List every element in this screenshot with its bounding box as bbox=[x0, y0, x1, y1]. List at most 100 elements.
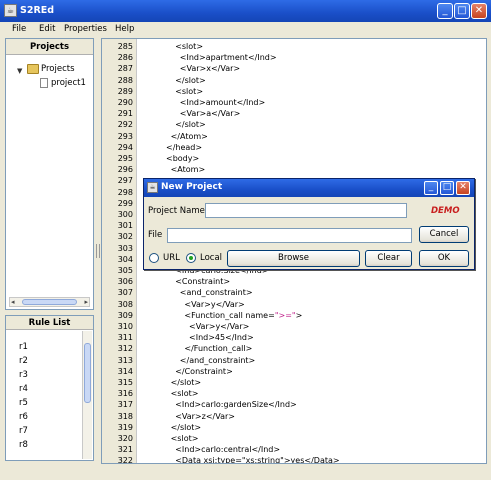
line-number: 316 bbox=[117, 389, 133, 399]
cancel-button[interactable]: Cancel bbox=[419, 226, 469, 243]
menu-properties[interactable]: Properties bbox=[64, 24, 107, 34]
rule-item[interactable]: r5 bbox=[19, 398, 28, 408]
code-line: </slot> bbox=[175, 120, 206, 130]
code-line: <Var>y</Var> bbox=[189, 322, 250, 331]
line-number: 303 bbox=[117, 243, 133, 253]
line-number: 307 bbox=[117, 288, 133, 298]
line-number: 322 bbox=[117, 456, 133, 464]
line-number: 301 bbox=[117, 221, 133, 231]
line-number: 299 bbox=[117, 198, 133, 208]
maximize-button[interactable]: □ bbox=[454, 3, 470, 19]
line-number: 293 bbox=[117, 131, 133, 141]
ok-button[interactable]: OK bbox=[419, 250, 469, 267]
rule-item[interactable]: r1 bbox=[19, 342, 28, 352]
line-number: 314 bbox=[117, 366, 133, 376]
menu-bar: File Edit Properties Help bbox=[0, 22, 491, 37]
dialog-minimize-button[interactable]: _ bbox=[424, 181, 438, 195]
dialog-maximize-button[interactable]: □ bbox=[440, 181, 454, 195]
status-bar bbox=[0, 464, 491, 480]
rule-item[interactable]: r8 bbox=[19, 440, 28, 450]
menu-edit[interactable]: Edit bbox=[39, 24, 55, 34]
line-number: 318 bbox=[117, 411, 133, 421]
code-line: <Ind>45</Ind> bbox=[189, 333, 254, 343]
project-name-label: Project Name bbox=[148, 206, 205, 216]
code-line: <Var>z</Var> bbox=[175, 411, 235, 421]
document-icon bbox=[40, 78, 48, 88]
file-input[interactable] bbox=[167, 228, 412, 243]
url-radio[interactable] bbox=[149, 253, 159, 263]
rule-item[interactable]: r2 bbox=[19, 356, 28, 366]
projects-horizontal-scrollbar[interactable]: ◂ ▸ bbox=[9, 297, 90, 307]
code-line: <Var>x</Var> bbox=[179, 64, 241, 74]
line-number: 317 bbox=[117, 400, 133, 410]
tree-collapse-icon[interactable]: ▼ bbox=[17, 67, 25, 75]
rule-item[interactable]: r3 bbox=[19, 370, 28, 380]
line-number: 321 bbox=[117, 445, 133, 455]
code-line: </slot> bbox=[170, 422, 202, 432]
menu-help[interactable]: Help bbox=[115, 24, 134, 34]
scroll-left-icon[interactable]: ◂ bbox=[11, 298, 15, 306]
code-line: <slot> bbox=[175, 86, 204, 96]
tree-item-project1[interactable]: project1 bbox=[51, 78, 86, 88]
code-line: </Constraint> bbox=[175, 366, 233, 376]
scroll-thumb[interactable] bbox=[22, 299, 77, 305]
close-button[interactable]: ✕ bbox=[471, 3, 487, 19]
local-radio[interactable] bbox=[186, 253, 196, 263]
code-line: <body> bbox=[166, 154, 200, 163]
code-line: </Function_call> bbox=[184, 344, 253, 354]
code-line: <Constraint> bbox=[175, 277, 231, 287]
window-title: S2REd bbox=[20, 5, 55, 16]
dialog-title-bar[interactable]: ☕ New Project _ □ ✕ bbox=[144, 179, 474, 197]
line-number: 298 bbox=[117, 187, 133, 197]
line-number: 320 bbox=[117, 434, 133, 443]
line-number: 308 bbox=[117, 299, 133, 309]
line-number: 312 bbox=[117, 344, 133, 354]
line-number: 290 bbox=[117, 98, 133, 107]
line-number: 302 bbox=[117, 232, 133, 242]
code-line: </Atom> bbox=[170, 131, 208, 141]
projects-panel: Projects ▼ Projects project1 ◂ ▸ bbox=[5, 38, 94, 310]
app-icon: ☕ bbox=[4, 4, 17, 17]
scroll-right-icon[interactable]: ▸ bbox=[84, 298, 88, 306]
clear-button[interactable]: Clear bbox=[365, 250, 412, 267]
line-number: 304 bbox=[117, 254, 133, 264]
attribute-value: ">=" bbox=[274, 310, 296, 320]
splitter-grip-icon[interactable] bbox=[96, 244, 100, 258]
rule-list-scrollbar[interactable] bbox=[82, 331, 92, 459]
new-project-dialog: ☕ New Project _ □ ✕ Project Name DEMO Fi… bbox=[143, 178, 475, 270]
scroll-thumb[interactable] bbox=[84, 343, 91, 403]
folder-icon bbox=[27, 64, 39, 74]
dialog-close-button[interactable]: ✕ bbox=[456, 181, 470, 195]
rule-item[interactable]: r7 bbox=[19, 426, 28, 436]
line-number: 289 bbox=[117, 86, 133, 96]
project-name-input[interactable] bbox=[205, 203, 407, 218]
code-line: <Ind>carlo:central</Ind> bbox=[175, 445, 281, 455]
line-number: 292 bbox=[117, 120, 133, 130]
code-line: <Var>y</Var> bbox=[184, 299, 245, 309]
url-radio-label: URL bbox=[163, 253, 180, 263]
browse-button[interactable]: Browse bbox=[227, 250, 360, 267]
tree-root-projects[interactable]: Projects bbox=[41, 64, 75, 74]
app-title-bar[interactable]: ☕ S2REd _ □ ✕ bbox=[0, 0, 491, 22]
minimize-button[interactable]: _ bbox=[437, 3, 453, 19]
code-line: <slot> bbox=[175, 42, 204, 51]
code-line: <Atom> bbox=[170, 165, 206, 175]
code-line: <Ind>apartment</Ind> bbox=[179, 53, 277, 63]
line-number: 300 bbox=[117, 210, 133, 219]
code-line: <Function_call name=">="> bbox=[184, 310, 303, 320]
rule-item[interactable]: r4 bbox=[19, 384, 28, 394]
code-line: <Ind>amount</Ind> bbox=[179, 98, 266, 107]
code-line: <slot> bbox=[170, 434, 199, 443]
line-number: 287 bbox=[117, 64, 133, 74]
line-number: 288 bbox=[117, 75, 133, 85]
dialog-app-icon: ☕ bbox=[147, 182, 158, 193]
line-number-gutter: 285 286 287 288 289 290 291 292 293 294 295 296 297 2… bbox=[102, 39, 137, 463]
menu-file[interactable]: File bbox=[12, 24, 26, 34]
code-line: </slot> bbox=[175, 75, 206, 85]
file-label: File bbox=[148, 230, 163, 240]
code-line: </slot> bbox=[170, 378, 202, 387]
line-number: 286 bbox=[117, 53, 133, 63]
rule-list-header: Rule List bbox=[6, 316, 93, 330]
rule-item[interactable]: r6 bbox=[19, 412, 28, 422]
line-number: 313 bbox=[117, 355, 133, 365]
